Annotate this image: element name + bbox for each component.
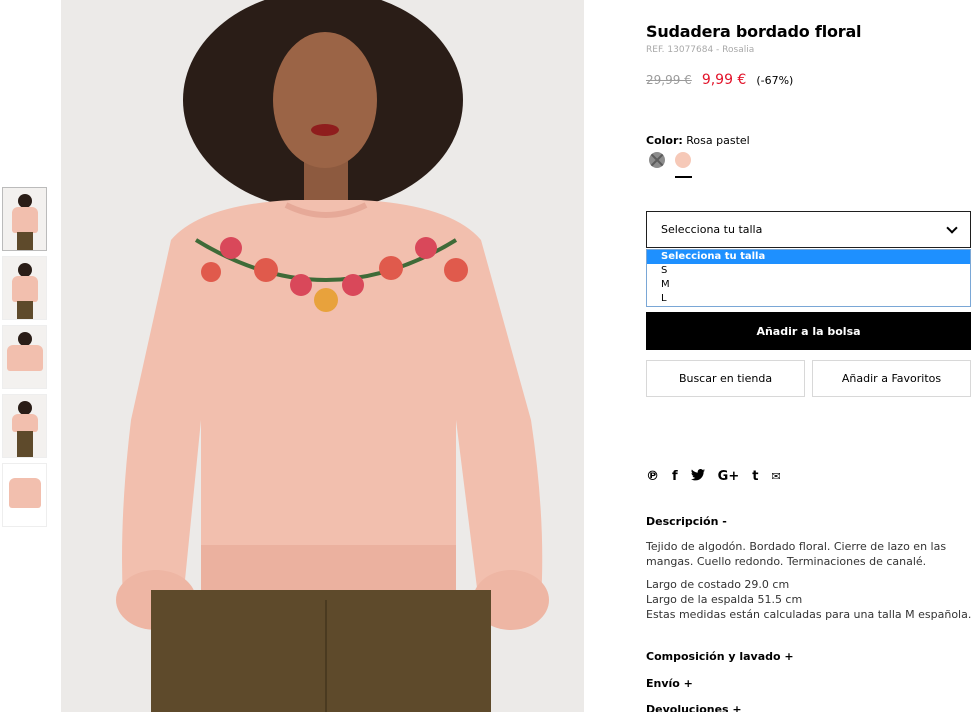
sale-price: 9,99 € [701,72,747,88]
size-dropdown-list: Selecciona tu talla S M L [646,249,971,307]
facebook-icon[interactable]: f [672,470,678,484]
size-select[interactable]: Selecciona tu talla [646,211,971,248]
description-body: Tejido de algodón. Bordado floral. Cierr… [646,539,974,622]
color-value: Rosa pastel [686,134,750,147]
add-to-bag-button[interactable]: Añadir a la bolsa [646,312,971,350]
thumbnail-4[interactable] [2,394,47,458]
shipping-toggle[interactable]: Envío + [646,677,693,690]
size-option-s[interactable]: S [647,264,970,278]
measurement-note: Estas medidas están calculadas para una … [646,608,972,621]
price-block: 29,99 € 9,99 € (-67%) [646,72,793,88]
color-swatches [649,152,701,168]
google-plus-icon[interactable]: G+ [718,470,740,484]
find-in-store-button[interactable]: Buscar en tienda [646,360,805,397]
composition-toggle[interactable]: Composición y lavado + [646,650,794,663]
secondary-actions: Buscar en tienda Añadir a Favoritos [646,360,971,397]
measurement-back-length: Largo de la espalda 51.5 cm [646,593,803,606]
thumbnail-1[interactable] [2,187,47,251]
measurement-side-length: Largo de costado 29.0 cm [646,578,790,591]
description-text: Tejido de algodón. Bordado floral. Cierr… [646,540,947,568]
pinterest-icon[interactable]: ℗ [646,470,659,484]
size-option-l[interactable]: L [647,292,970,306]
size-select-value: Selecciona tu talla [661,223,763,236]
tumblr-icon[interactable]: t [752,470,758,484]
chevron-down-icon [946,221,958,234]
discount-badge: (-67%) [756,74,794,87]
color-label: Color: Rosa pastel [646,134,750,147]
thumbnail-3[interactable] [2,325,47,389]
selected-swatch-indicator [675,176,692,178]
social-share-bar: ℗ f G+ t ✉ [646,469,794,485]
returns-toggle[interactable]: Devoluciones + [646,703,742,712]
swatch-grey-unavailable[interactable] [649,152,665,168]
size-option-placeholder[interactable]: Selecciona tu talla [647,250,970,264]
old-price: 29,99 € [646,73,692,87]
thumbnail-5[interactable] [2,463,47,527]
twitter-icon[interactable] [690,469,705,485]
thumbnail-strip [2,187,48,532]
product-reference: REF. 13077684 - Rosalia [646,45,755,55]
product-main-image[interactable] [61,0,584,712]
thumbnail-2[interactable] [2,256,47,320]
size-option-m[interactable]: M [647,278,970,292]
email-icon[interactable]: ✉ [771,470,780,484]
description-toggle[interactable]: Descripción - [646,515,727,528]
model-wearing-sweater-illustration [61,0,584,712]
swatch-rosa-pastel[interactable] [675,152,691,168]
color-label-key: Color: [646,134,683,147]
product-title: Sudadera bordado floral [646,22,862,41]
add-to-favorites-button[interactable]: Añadir a Favoritos [812,360,971,397]
